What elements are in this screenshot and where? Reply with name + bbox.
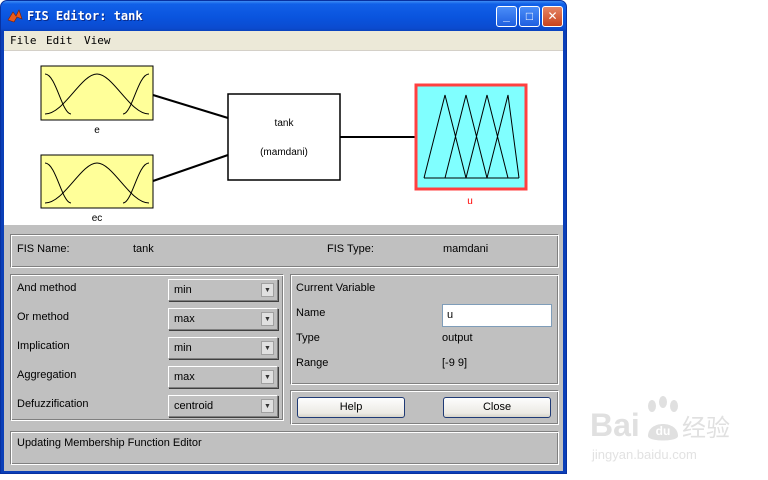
fis-type-value: mamdani <box>443 243 489 255</box>
variable-range-label: Range <box>296 357 329 369</box>
status-text: Updating Membership Function Editor <box>17 437 202 449</box>
aggregation-label: Aggregation <box>17 369 77 381</box>
client-area: File Edit View e ec tank (mamdani) u FIS… <box>4 31 563 471</box>
methods-panel: And method min ▼ Or method max ▼ Implica… <box>10 274 284 421</box>
menu-file[interactable]: File <box>10 34 37 47</box>
chevron-down-icon: ▼ <box>261 283 274 297</box>
implication-label: Implication <box>17 340 70 352</box>
fis-info-panel: FIS Name: tank FIS Type: mamdani <box>10 234 559 268</box>
current-variable-panel: Current Variable Name u Type output Rang… <box>290 274 559 385</box>
variable-name-value: u <box>447 309 454 321</box>
aggregation-select[interactable]: max ▼ <box>168 366 278 388</box>
fis-editor-window: FIS Editor: tank _ □ ✕ File Edit View e … <box>0 0 567 474</box>
defuzzification-select[interactable]: centroid ▼ <box>168 395 278 417</box>
close-window-button[interactable]: ✕ <box>542 6 563 27</box>
defuzzification-value: centroid <box>174 400 214 412</box>
connector-e-to-system <box>152 94 229 119</box>
menu-view[interactable]: View <box>84 34 111 47</box>
variable-type-label: Type <box>296 332 320 344</box>
fis-type-label: FIS Type: <box>327 243 374 255</box>
variable-name-field[interactable]: u <box>442 304 552 327</box>
chevron-down-icon: ▼ <box>261 399 274 413</box>
fis-diagram: e ec tank (mamdani) u <box>4 51 563 225</box>
fis-diagram-canvas: e ec tank (mamdani) u <box>40 65 528 224</box>
or-method-value: max <box>174 313 195 325</box>
current-variable-title: Current Variable <box>296 282 376 294</box>
implication-select[interactable]: min ▼ <box>168 337 278 359</box>
defuzzification-label: Defuzzification <box>17 398 89 410</box>
chevron-down-icon: ▼ <box>261 341 274 355</box>
svg-text:经验: 经验 <box>682 414 730 442</box>
menu-bar: File Edit View <box>4 31 563 51</box>
or-method-label: Or method <box>17 311 69 323</box>
svg-text:Bai: Bai <box>590 407 640 443</box>
input-e-label: e <box>94 125 100 136</box>
implication-value: min <box>174 342 192 354</box>
chevron-down-icon: ▼ <box>261 312 274 326</box>
close-button[interactable]: Close <box>443 397 551 418</box>
and-method-value: min <box>174 284 192 296</box>
input-ec-block[interactable] <box>40 154 154 209</box>
and-method-select[interactable]: min ▼ <box>168 279 278 301</box>
fis-name-label: FIS Name: <box>17 243 70 255</box>
variable-type-value: output <box>442 332 473 344</box>
title-bar[interactable]: FIS Editor: tank _ □ ✕ <box>1 1 566 31</box>
aggregation-value: max <box>174 371 195 383</box>
svg-text:jingyan.baidu.com: jingyan.baidu.com <box>591 447 697 462</box>
window-title: FIS Editor: tank <box>27 9 143 23</box>
matlab-app-icon <box>7 9 23 23</box>
or-method-select[interactable]: max ▼ <box>168 308 278 330</box>
help-button[interactable]: Help <box>297 397 405 418</box>
variable-name-label: Name <box>296 307 326 319</box>
input-ec-label: ec <box>92 213 103 224</box>
fis-system-block[interactable] <box>227 93 341 181</box>
menu-edit[interactable]: Edit <box>46 34 73 47</box>
buttons-panel: Help Close <box>290 390 559 425</box>
connector-ec-to-system <box>152 154 229 182</box>
baidu-jingyan-watermark: Bai du 经验 jingyan.baidu.com <box>588 396 758 466</box>
system-name: tank <box>275 118 295 129</box>
status-panel: Updating Membership Function Editor <box>10 431 559 465</box>
minimize-button[interactable]: _ <box>496 6 517 27</box>
chevron-down-icon: ▼ <box>261 370 274 384</box>
system-type: (mamdani) <box>260 147 308 158</box>
input-e-block[interactable] <box>40 65 154 121</box>
baidu-logo: Bai du 经验 jingyan.baidu.com <box>590 396 730 462</box>
maximize-button[interactable]: □ <box>519 6 540 27</box>
output-u-block[interactable] <box>414 83 528 191</box>
and-method-label: And method <box>17 282 77 294</box>
fis-name-value: tank <box>133 243 154 255</box>
variable-range-value: [-9 9] <box>442 357 468 369</box>
output-u-label: u <box>467 196 473 207</box>
svg-text:du: du <box>656 424 671 438</box>
